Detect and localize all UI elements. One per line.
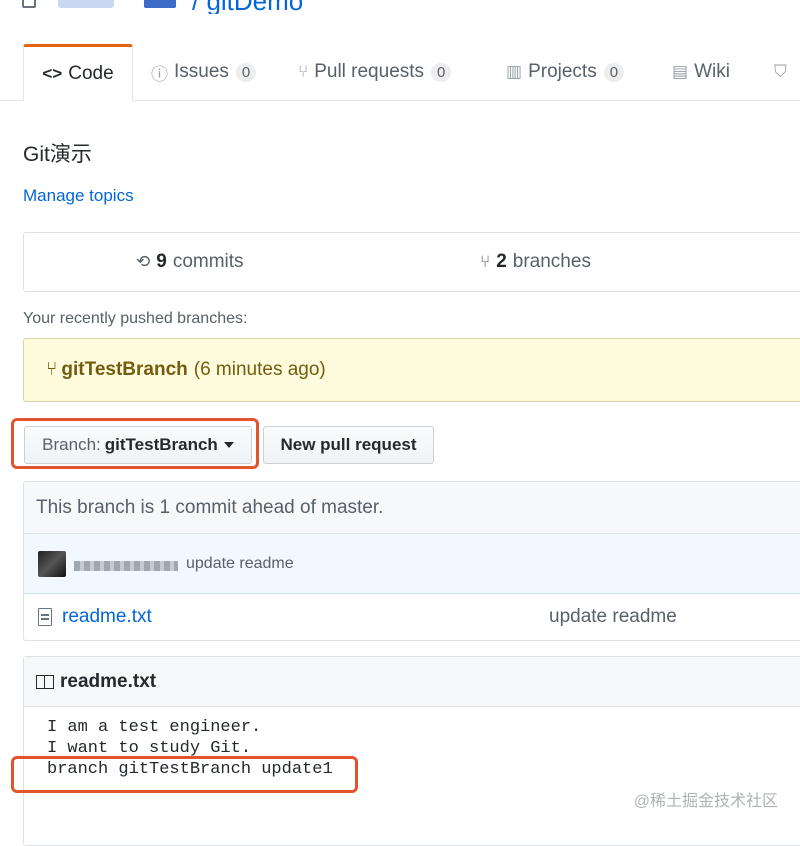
pull-requests-counter: 0 [431,62,452,82]
repo-icon [22,0,36,8]
readme-panel: readme.txt I am a test engineer. I want t… [23,656,800,846]
file-commit-message[interactable]: update readme [549,606,677,628]
tab-projects[interactable]: ▥ Projects 0 [506,44,625,100]
file-icon [38,608,52,626]
project-icon: ▥ [506,62,523,81]
latest-commit-message[interactable]: update readme [186,555,294,573]
recent-branch-banner: ⑂ gitTestBranch (6 minutes ago) [23,338,800,402]
file-row: readme.txt update readme [24,594,800,640]
readme-line: I am a test engineer. [47,718,262,737]
branch-ahead-text: This branch is 1 commit ahead of master. [36,496,384,518]
latest-commit: update readme [24,534,800,594]
tab-code[interactable]: <> Code [23,44,133,101]
owner-name-redacted-2 [144,0,176,8]
tab-issues-label: Issues [174,61,229,82]
commits-link[interactable]: ⟲ 9 commits [136,233,244,291]
tab-code-label: Code [68,62,114,84]
new-pull-request-label: New pull request [280,435,417,454]
repo-description: Git演示 [23,143,92,166]
code-icon: <> [42,63,63,83]
branch-status: This branch is 1 commit ahead of master. [24,482,800,534]
issue-icon: ⓘ [151,64,168,84]
numbers-summary: ⟲ 9 commits ⑂ 2 branches [23,232,800,292]
branches-count: 2 [496,251,507,272]
recent-branch-name[interactable]: gitTestBranch [61,359,187,381]
branch-select-button[interactable]: Branch: gitTestBranch [24,426,252,464]
tab-pull-requests-label: Pull requests [314,61,425,82]
tab-security[interactable]: ⛉ [774,44,793,100]
history-icon: ⟲ [136,252,151,271]
caret-down-icon [223,442,234,448]
repo-tab-nav: <> Code ⓘ Issues 0 ⑂ Pull requests 0 ▥ P… [0,44,800,101]
repo-header: / gitDemo [0,0,800,14]
file-navigation: This branch is 1 commit ahead of master.… [23,481,800,641]
repo-name-link[interactable]: / gitDemo [192,0,303,14]
recent-branches-label: Your recently pushed branches: [23,310,248,327]
wiki-book-icon: ▤ [672,62,689,81]
file-name-link[interactable]: readme.txt [62,606,152,628]
book-icon [36,674,54,689]
issues-counter: 0 [235,62,257,82]
commits-label: commits [172,251,244,272]
branch-select-value: gitTestBranch [104,435,218,454]
branches-link[interactable]: ⑂ 2 branches [480,233,591,291]
readme-title: readme.txt [60,670,157,692]
tab-projects-label: Projects [528,61,597,82]
tab-pull-requests[interactable]: ⑂ Pull requests 0 [298,44,452,100]
recent-branch-time: (6 minutes ago) [193,359,326,380]
manage-topics-link[interactable]: Manage topics [23,186,134,206]
git-branch-icon: ⑂ [46,359,58,380]
tab-wiki[interactable]: ▤ Wiki [672,44,730,100]
tab-wiki-label: Wiki [694,61,730,82]
commit-author-redacted [74,560,178,571]
owner-name-redacted [58,0,114,8]
new-pull-request-button[interactable]: New pull request [263,426,434,464]
watermark: @稀土掘金技术社区 [633,793,778,810]
highlight-outline [11,756,358,793]
pull-request-icon: ⑂ [298,62,309,81]
git-branch-icon: ⑂ [480,252,491,271]
commits-count: 9 [156,251,167,272]
branches-label: branches [512,251,591,272]
readme-header: readme.txt [24,657,800,707]
branch-select-prefix: Branch: [42,435,101,454]
avatar[interactable] [38,550,66,577]
tab-issues[interactable]: ⓘ Issues 0 [151,44,257,100]
projects-counter: 0 [603,62,625,82]
shield-icon: ⛉ [774,62,787,81]
